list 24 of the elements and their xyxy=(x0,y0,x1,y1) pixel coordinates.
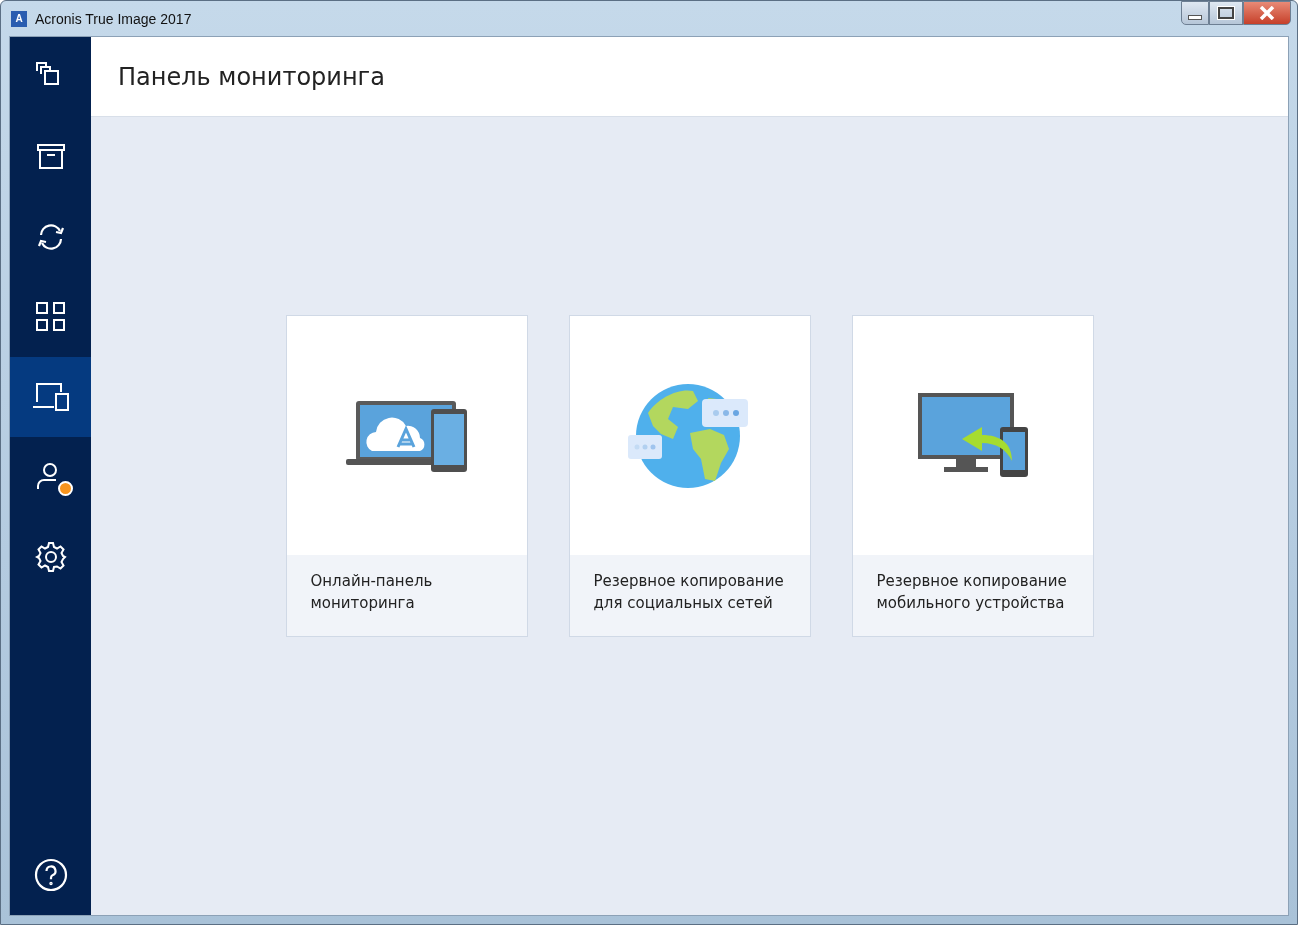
maximize-button[interactable] xyxy=(1209,1,1243,25)
minimize-button[interactable] xyxy=(1181,1,1209,25)
maximize-icon xyxy=(1218,7,1234,19)
card-label: Резервное копирование xyxy=(876,572,1068,590)
card-label: для социальных сетей xyxy=(593,594,774,612)
window-title: Acronis True Image 2017 xyxy=(35,10,193,27)
card-label: Онлайн-панель xyxy=(310,572,434,590)
close-button[interactable] xyxy=(1243,1,1291,25)
archive-icon xyxy=(35,142,66,172)
page-title: Панель мониторинга xyxy=(118,62,385,91)
app-icon: A xyxy=(11,10,27,27)
help-icon xyxy=(33,858,68,892)
card-label: Резервное копирование xyxy=(593,572,785,590)
feature-card[interactable]: Резервное копирование мобильного устройства xyxy=(851,315,1094,637)
feature-card[interactable]: Резервное копирование для социальных сетей xyxy=(568,315,811,637)
settings-icon xyxy=(34,541,67,573)
card-label: мониторинга xyxy=(310,594,416,612)
card-label: мобильного устройства xyxy=(876,594,1066,612)
feature-card[interactable]: Онлайн-панель мониторинга xyxy=(285,315,528,637)
sidebar-item[interactable] xyxy=(10,357,91,437)
close-icon xyxy=(1259,6,1275,20)
devices-icon xyxy=(31,382,70,412)
minimize-icon xyxy=(1188,14,1202,20)
apps-grid-icon xyxy=(34,301,67,333)
